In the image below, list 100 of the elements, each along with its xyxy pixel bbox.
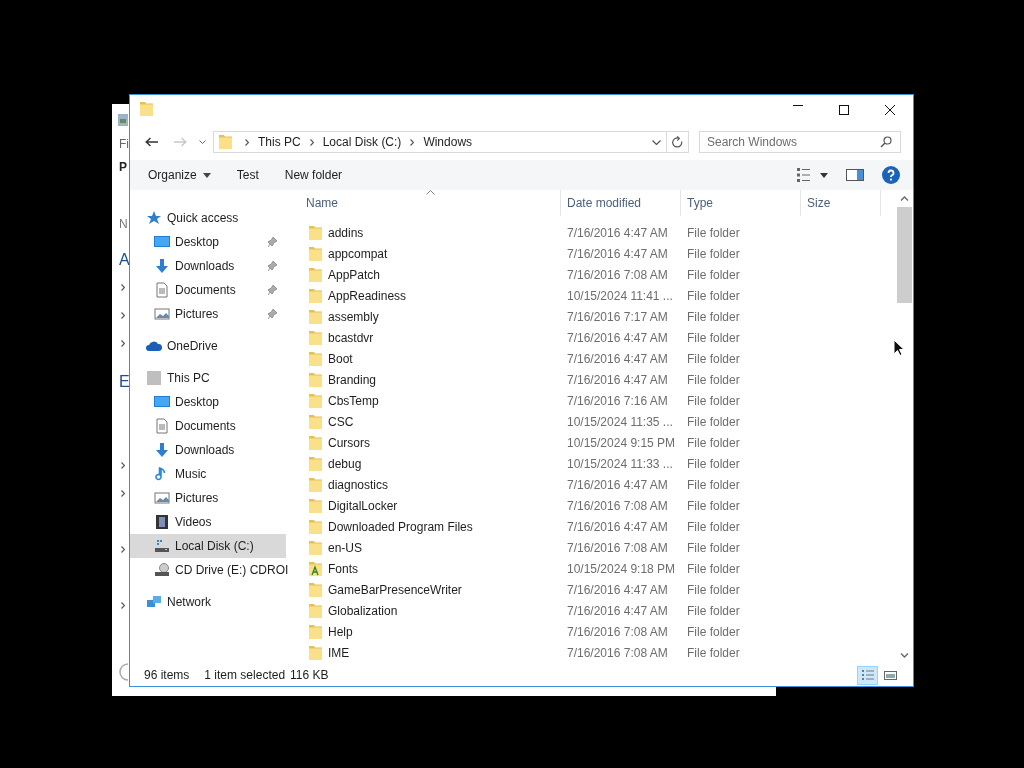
type-cell-text: File folder <box>686 561 741 576</box>
caret-icon[interactable] <box>199 140 206 144</box>
nav-item[interactable]: This PC <box>130 366 286 390</box>
column-header[interactable]: Date modified <box>561 190 681 216</box>
desktop-icon <box>154 394 170 410</box>
nav-item[interactable]: Desktop <box>130 390 286 414</box>
toolbar-button[interactable]: Test <box>226 164 269 186</box>
nav-item[interactable]: Quick access <box>130 206 286 230</box>
chevron-icon[interactable] <box>121 284 125 291</box>
nav-item[interactable]: Documents <box>130 278 286 302</box>
file-name[interactable]: appcompat <box>328 246 388 261</box>
file-name[interactable]: CSC <box>328 414 354 429</box>
file-name[interactable]: AppReadiness <box>328 288 407 303</box>
folder-icon <box>309 477 322 492</box>
nav-item[interactable]: Downloads <box>130 438 286 462</box>
date-modified-cell-text: 7/16/2016 7:17 AM <box>566 309 669 324</box>
column-header[interactable]: Name <box>295 190 561 216</box>
date-modified-cell-text: 10/15/2024 11:33 ... <box>566 456 674 471</box>
date-modified-cell-text: 10/15/2024 9:15 PM <box>566 435 677 450</box>
folder-icon <box>309 372 322 387</box>
file-name[interactable]: Help <box>328 624 353 639</box>
column-header[interactable]: Type <box>681 190 801 216</box>
fonts-folder-icon <box>309 561 322 576</box>
folder-icon <box>309 267 322 282</box>
file-name[interactable]: Branding <box>328 372 377 387</box>
chevron-icon[interactable] <box>121 340 125 347</box>
date-modified-cell-text: 7/16/2016 4:47 AM <box>566 519 669 534</box>
search-icon <box>880 136 892 148</box>
chevron-icon[interactable] <box>121 462 125 469</box>
computer-icon <box>146 370 162 386</box>
type-cell-text: File folder <box>686 582 741 597</box>
file-name[interactable]: diagnostics <box>328 477 389 492</box>
file-name[interactable]: en-US <box>328 540 362 555</box>
toolbar-button[interactable]: New folder <box>274 164 353 186</box>
close-icon[interactable] <box>885 105 895 115</box>
folder-icon <box>309 582 322 597</box>
file-name[interactable]: CbsTemp <box>328 393 379 408</box>
type-cell-text: File folder <box>686 645 741 660</box>
maximize-icon[interactable] <box>839 105 849 115</box>
nav-item[interactable]: Videos <box>130 510 286 534</box>
type-cell-text: File folder <box>686 414 741 429</box>
nav-item[interactable]: Pictures <box>130 486 286 510</box>
file-name[interactable]: AppPatch <box>328 267 381 282</box>
refresh-button[interactable] <box>667 131 689 153</box>
file-name[interactable]: Fonts <box>328 561 358 576</box>
breadcrumb[interactable]: Windows <box>423 135 473 149</box>
breadcrumb[interactable]: Local Disk (C:) <box>322 135 402 149</box>
dropdown-caret-icon[interactable] <box>652 139 661 145</box>
date-modified-cell-text: 7/16/2016 4:47 AM <box>566 225 669 240</box>
toolbar-button[interactable]: Organize <box>138 164 221 186</box>
chevron-icon[interactable] <box>121 602 125 609</box>
nav-item[interactable]: Music <box>130 462 286 486</box>
type-cell-text: File folder <box>686 477 741 492</box>
chevron-icon[interactable] <box>121 490 125 497</box>
scrollbar-thumb[interactable] <box>897 207 912 303</box>
large-icons-view-icon <box>884 670 897 680</box>
date-modified-cell-text: 10/15/2024 9:18 PM <box>566 561 677 576</box>
text-fragment: P <box>119 160 127 174</box>
file-name[interactable]: Cursors <box>328 435 370 450</box>
folder-icon <box>309 540 322 555</box>
back-arrow-icon[interactable] <box>145 137 158 147</box>
type-cell-text: File folder <box>686 246 741 261</box>
nav-item[interactable]: Desktop <box>130 230 286 254</box>
file-name[interactable]: GameBarPresenceWriter <box>328 582 462 597</box>
nav-item[interactable]: Downloads <box>130 254 286 278</box>
chevron-icon[interactable] <box>121 546 125 553</box>
details-view-icon[interactable] <box>797 168 810 182</box>
details-view-button[interactable] <box>857 665 878 685</box>
preview-pane-icon[interactable] <box>846 169 864 181</box>
file-name[interactable]: Downloaded Program Files <box>328 519 473 534</box>
file-name[interactable]: IME <box>328 645 350 660</box>
column-header[interactable]: Size <box>801 190 881 216</box>
text-fragment: E <box>119 373 130 391</box>
nav-item[interactable]: OneDrive <box>130 334 286 358</box>
type-cell-text: File folder <box>686 309 741 324</box>
file-name[interactable]: debug <box>328 456 362 471</box>
nav-item[interactable]: Network <box>130 590 286 614</box>
nav-item[interactable]: Pictures <box>130 302 286 326</box>
breadcrumb[interactable]: This PC <box>258 135 301 149</box>
caret-icon[interactable] <box>820 172 828 178</box>
desktop-icon <box>154 234 170 250</box>
file-name[interactable]: bcastdvr <box>328 330 374 345</box>
date-modified-cell-text: 7/16/2016 4:47 AM <box>566 246 669 261</box>
file-name[interactable]: Boot <box>328 351 353 366</box>
type-cell-text: File folder <box>686 330 741 345</box>
search-field[interactable]: Search Windows <box>699 131 901 153</box>
chevron-icon[interactable] <box>121 312 125 319</box>
file-name[interactable]: Globalization <box>328 603 398 618</box>
folder-icon <box>309 624 322 639</box>
address-bar[interactable]: This PC Local Disk (C:) Windows <box>213 131 667 153</box>
star-icon <box>146 210 162 226</box>
file-name[interactable]: assembly <box>328 309 379 324</box>
file-name[interactable]: addins <box>328 225 364 240</box>
nav-item[interactable]: Documents <box>130 414 286 438</box>
nav-item[interactable]: Local Disk (C:) <box>130 534 286 558</box>
help-icon[interactable] <box>882 166 900 184</box>
date-modified-cell-text: 7/16/2016 7:08 AM <box>566 645 669 660</box>
nav-item[interactable]: CD Drive (E:) CDROI <box>130 558 286 582</box>
folder-icon <box>140 102 153 116</box>
file-name[interactable]: DigitalLocker <box>328 498 398 513</box>
